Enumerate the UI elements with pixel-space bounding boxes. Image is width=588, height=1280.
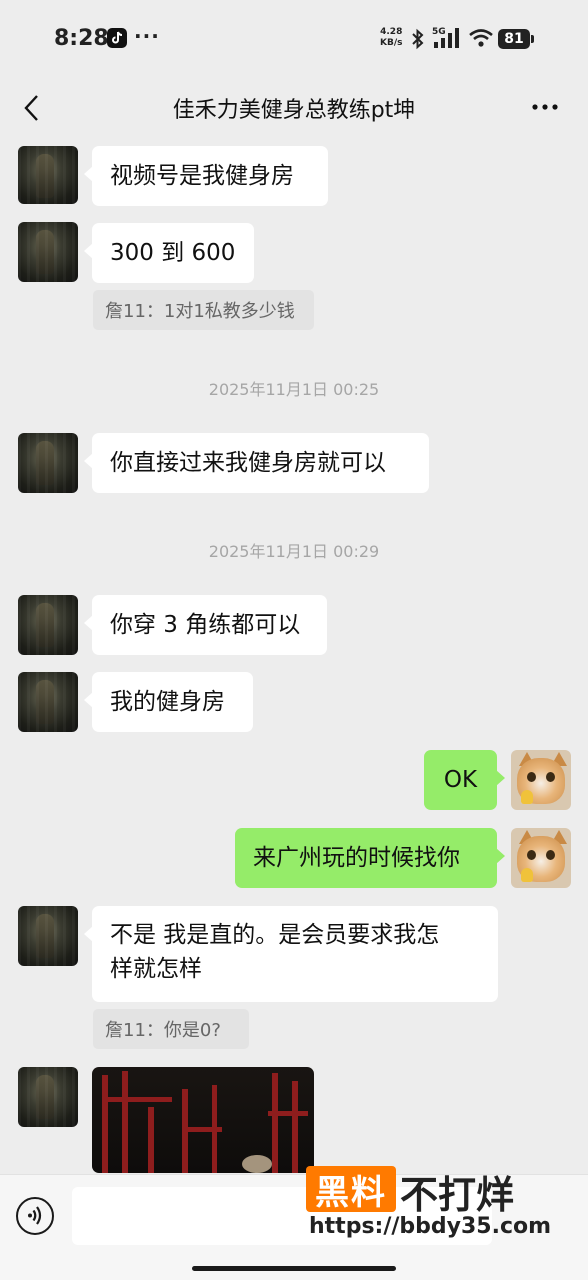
contact-avatar[interactable] [18, 222, 78, 282]
my-avatar[interactable] [511, 828, 571, 888]
status-bar: 8:28 ··· 4.28 KB/s 5G 81 [0, 0, 588, 78]
status-time: 8:28 [54, 26, 109, 51]
wifi-icon [468, 28, 494, 52]
contact-avatar[interactable] [18, 433, 78, 493]
image-message[interactable] [92, 1067, 314, 1173]
battery-indicator: 81 [498, 29, 534, 49]
quoted-message[interactable]: 詹11：1对1私教多少钱 [93, 290, 314, 330]
voice-input-button[interactable] [16, 1197, 54, 1235]
message-timestamp: 2025年11月1日 00:25 [208, 380, 380, 399]
watermark-logo: 黑料 [306, 1166, 396, 1213]
contact-avatar[interactable] [18, 672, 78, 732]
message-bubble[interactable]: 我的健身房 [84, 672, 253, 732]
contact-avatar[interactable] [18, 906, 78, 966]
message-bubble[interactable]: 你穿 3 角练都可以 [84, 595, 327, 655]
message-bubble[interactable]: 不是 我是直的。是会员要求我怎 样就怎样 [84, 906, 498, 1002]
home-indicator[interactable] [192, 1266, 396, 1271]
tiktok-icon [107, 28, 127, 48]
net-speed-unit: KB/s [380, 38, 403, 48]
message-line: 不是 我是直的。是会员要求我怎 [110, 922, 440, 948]
message-bubble[interactable]: 300 到 600 [84, 223, 254, 283]
signal-icon: 5G [432, 26, 464, 54]
net-speed: 4.28 KB/s [380, 27, 402, 49]
message-line: 样就怎样 [110, 956, 202, 982]
chat-header: 佳禾力美健身总教练pt坤 [0, 78, 588, 136]
more-options-icon[interactable] [530, 92, 560, 126]
quoted-message[interactable]: 詹11：你是0? [93, 1009, 249, 1049]
network-type-label: 5G [432, 27, 446, 37]
contact-avatar[interactable] [18, 595, 78, 655]
chat-title: 佳禾力美健身总教练pt坤 [172, 98, 416, 123]
message-timestamp: 2025年11月1日 00:29 [208, 542, 380, 561]
watermark-url: https://bbdy35.com [309, 1214, 552, 1239]
message-bubble[interactable]: 你直接过来我健身房就可以 [84, 433, 429, 493]
bluetooth-icon [410, 28, 426, 54]
net-speed-value: 4.28 [380, 27, 403, 37]
my-message-bubble[interactable]: 来广州玩的时候找你 [235, 828, 505, 888]
voice-icon [28, 1206, 42, 1225]
status-more-dots: ··· [134, 24, 160, 48]
message-bubble[interactable]: 视频号是我健身房 [84, 146, 328, 206]
my-avatar[interactable] [511, 750, 571, 810]
watermark-text: 不打烊 [400, 1173, 515, 1217]
my-message-bubble[interactable]: OK [424, 750, 505, 810]
contact-avatar[interactable] [18, 1067, 78, 1127]
contact-avatar[interactable] [18, 146, 78, 204]
